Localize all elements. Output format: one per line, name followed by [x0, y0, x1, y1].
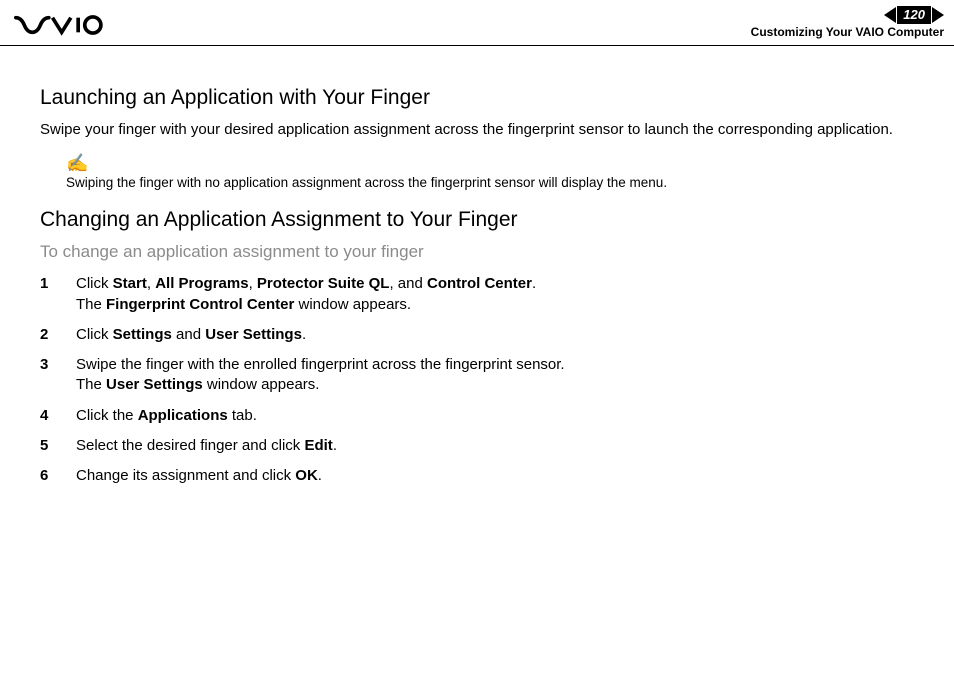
step-number: 5 — [40, 436, 48, 456]
vaio-logo-svg — [14, 14, 124, 36]
step-number: 4 — [40, 406, 48, 426]
step-number: 6 — [40, 466, 48, 486]
step-number: 3 — [40, 355, 48, 375]
step-1: 1 Click Start, All Programs, Protector S… — [76, 274, 914, 315]
step-text: Change its assignment and click OK. — [76, 467, 322, 484]
prev-page-arrow-icon[interactable] — [884, 7, 896, 23]
page-header: 120 Customizing Your VAIO Computer — [0, 0, 954, 46]
step-text: Click Start, All Programs, Protector Sui… — [76, 275, 536, 292]
section-title-changing: Changing an Application Assignment to Yo… — [40, 208, 914, 232]
step-text: Click Settings and User Settings. — [76, 326, 306, 343]
document-page: 120 Customizing Your VAIO Computer Launc… — [0, 0, 954, 674]
note-text: Swiping the finger with no application a… — [66, 174, 914, 192]
sub-heading: To change an application assignment to y… — [40, 242, 914, 262]
page-nav: 120 — [751, 6, 944, 24]
next-page-arrow-icon[interactable] — [932, 7, 944, 23]
launching-body: Swipe your finger with your desired appl… — [40, 120, 914, 140]
step-2: 2 Click Settings and User Settings. — [76, 325, 914, 345]
page-number: 120 — [897, 6, 931, 24]
vaio-logo — [14, 6, 124, 41]
step-text: Swipe the finger with the enrolled finge… — [76, 356, 565, 373]
note-icon: ✍ — [66, 154, 914, 172]
step-4: 4 Click the Applications tab. — [76, 406, 914, 426]
header-right: 120 Customizing Your VAIO Computer — [751, 6, 944, 39]
step-5: 5 Select the desired finger and click Ed… — [76, 436, 914, 456]
step-text: Click the Applications tab. — [76, 407, 257, 424]
page-content: Launching an Application with Your Finge… — [0, 46, 954, 486]
step-number: 2 — [40, 325, 48, 345]
breadcrumb[interactable]: Customizing Your VAIO Computer — [751, 25, 944, 39]
step-text-line2: The Fingerprint Control Center window ap… — [76, 296, 411, 313]
step-text-line2: The User Settings window appears. — [76, 376, 319, 393]
note-block: ✍ Swiping the finger with no application… — [40, 154, 914, 192]
step-text: Select the desired finger and click Edit… — [76, 437, 337, 454]
step-3: 3 Swipe the finger with the enrolled fin… — [76, 355, 914, 396]
step-number: 1 — [40, 274, 48, 294]
section-title-launching: Launching an Application with Your Finge… — [40, 86, 914, 110]
step-6: 6 Change its assignment and click OK. — [76, 466, 914, 486]
steps-list: 1 Click Start, All Programs, Protector S… — [40, 274, 914, 486]
